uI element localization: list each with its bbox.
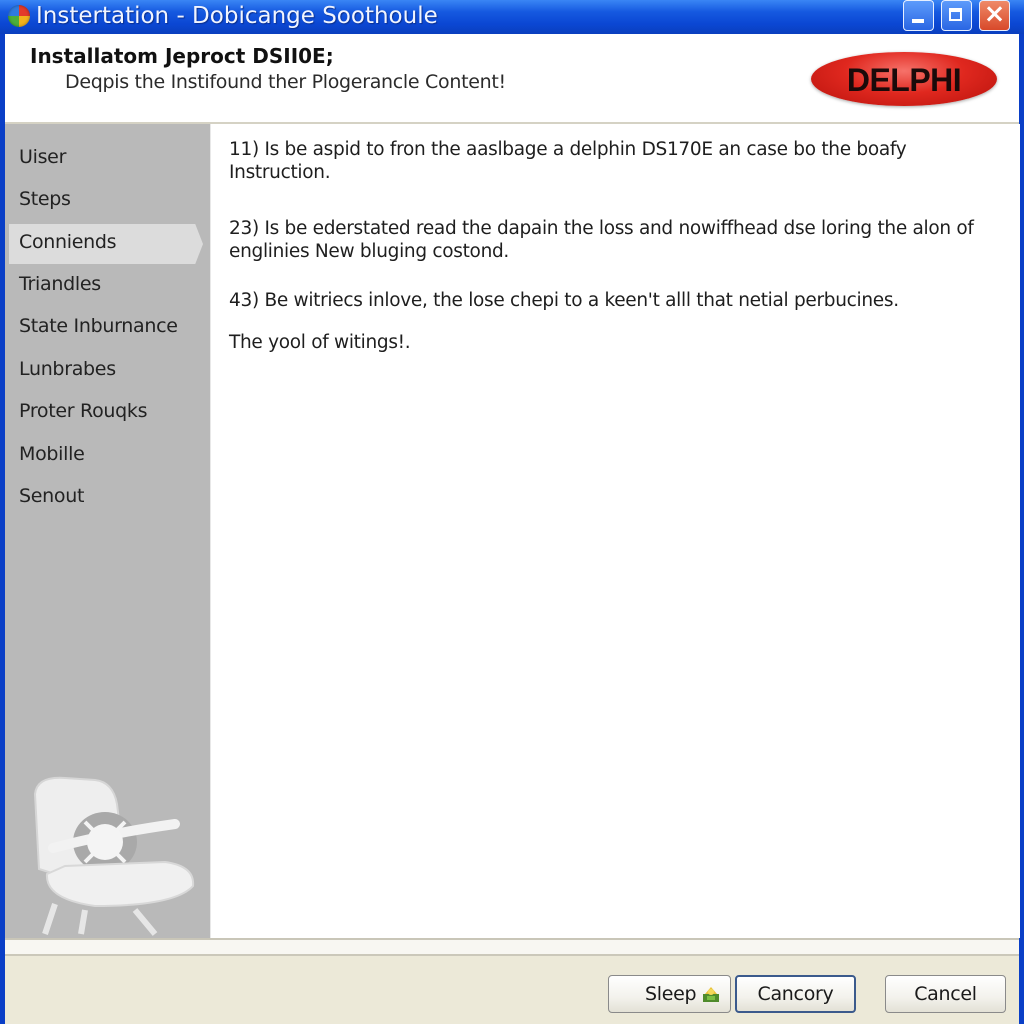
header-panel: Installatom Jeproct DSII0E; Deqpis the I… xyxy=(5,34,1019,124)
sidebar-item-lunbrabes[interactable]: Lunbrabes xyxy=(19,358,116,380)
sleep-button[interactable]: Sleep xyxy=(608,975,731,1013)
install-package-icon xyxy=(703,987,719,1002)
footer-strip xyxy=(5,940,1019,954)
instruction-paragraph: The yool of witings!. xyxy=(229,332,411,353)
delphi-logo: DELPHI xyxy=(811,52,997,106)
app-globe-icon xyxy=(8,5,30,27)
page-subtitle: Deqpis the Instifound ther Plogerancle C… xyxy=(65,71,506,93)
installer-window: Installatom Jeproct DSII0E; Deqpis the I… xyxy=(5,34,1020,1024)
window-title: Instertation - Dobicange Soothoule xyxy=(36,3,438,29)
divider xyxy=(5,954,1019,956)
instruction-paragraph: 23) Is be ederstated read the dapain the… xyxy=(229,218,974,262)
sidebar-item-steps[interactable]: Steps xyxy=(19,188,71,210)
close-button[interactable]: × xyxy=(979,0,1010,31)
cancel-button[interactable]: Cancel xyxy=(885,975,1006,1013)
title-bar[interactable]: Instertation - Dobicange Soothoule × xyxy=(0,0,1024,34)
sidebar-item-mobille[interactable]: Mobille xyxy=(19,443,85,465)
instruction-paragraph: 11) Is be aspid to fron the aaslbage a d… xyxy=(229,139,907,183)
sidebar-item-proter-rouqks[interactable]: Proter Rouqks xyxy=(19,400,148,422)
sidebar-item-conniends[interactable]: Conniends xyxy=(19,231,117,253)
sidebar-item-triandles[interactable]: Triandles xyxy=(19,273,101,295)
content-panel: 11) Is be aspid to fron the aaslbage a d… xyxy=(210,124,1020,938)
sleep-button-label: Sleep xyxy=(645,983,697,1005)
office-chair-icon xyxy=(33,776,195,936)
sidebar: Uiser Steps Conniends Triandles State In… xyxy=(5,124,210,938)
cancory-button[interactable]: Cancory xyxy=(735,975,856,1013)
page-title: Installatom Jeproct DSII0E; xyxy=(30,44,334,68)
sidebar-item-user[interactable]: Uiser xyxy=(19,146,66,168)
logo-text: DELPHI xyxy=(846,62,962,98)
sidebar-item-state-inburnance[interactable]: State Inburnance xyxy=(19,315,178,337)
instruction-paragraph: 43) Be witriecs inlove, the lose chepi t… xyxy=(229,290,899,311)
minimize-button[interactable] xyxy=(903,0,934,31)
sidebar-item-senout[interactable]: Senout xyxy=(19,485,84,507)
close-icon: × xyxy=(983,0,1006,29)
maximize-button[interactable] xyxy=(941,0,972,31)
